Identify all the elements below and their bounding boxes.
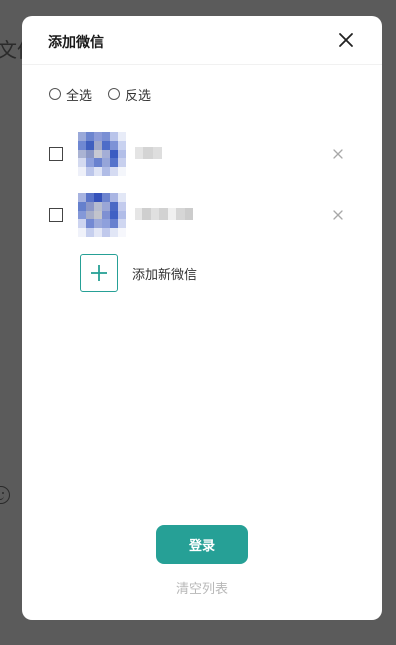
- avatar: [78, 132, 126, 176]
- remove-account-button[interactable]: [331, 147, 345, 161]
- account-checkbox[interactable]: [49, 147, 63, 161]
- account-name-hidden: [135, 208, 193, 220]
- close-button[interactable]: [336, 30, 356, 50]
- invert-select-option[interactable]: 反选: [108, 85, 151, 104]
- clear-list-link[interactable]: 清空列表: [22, 578, 382, 597]
- plus-icon: [91, 265, 107, 281]
- account-checkbox[interactable]: [49, 208, 63, 222]
- remove-icon: [333, 210, 343, 220]
- account-item: [22, 132, 382, 178]
- add-wechat-label: 添加新微信: [132, 267, 198, 283]
- invert-select-label: 反选: [125, 88, 152, 104]
- add-wechat-button[interactable]: 添加新微信: [80, 253, 197, 293]
- close-icon: [339, 33, 353, 47]
- selection-options: 全选 反选: [49, 84, 167, 104]
- emoji-icon: [0, 486, 10, 504]
- login-button[interactable]: 登录: [156, 525, 248, 564]
- add-wechat-dialog: 添加微信 全选 反选 添加新微信 登录 清空列表: [22, 16, 382, 620]
- remove-account-button[interactable]: [331, 208, 345, 222]
- account-item: [22, 193, 382, 239]
- add-box[interactable]: [80, 254, 118, 292]
- avatar: [78, 193, 126, 237]
- invert-select-radio[interactable]: [108, 88, 121, 100]
- select-all-radio[interactable]: [49, 88, 61, 100]
- select-all-label: 全选: [66, 88, 93, 104]
- account-name-hidden: [135, 147, 162, 159]
- select-all-option[interactable]: 全选: [49, 85, 92, 104]
- dialog-title: 添加微信: [48, 35, 104, 51]
- remove-icon: [333, 149, 343, 159]
- dialog-header: 添加微信: [22, 16, 382, 65]
